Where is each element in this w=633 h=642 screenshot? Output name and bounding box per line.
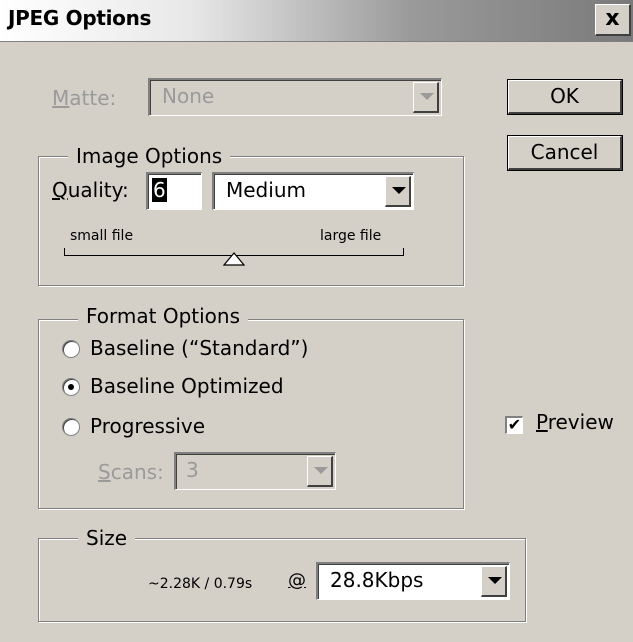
radio-progressive-label[interactable]: Progressive [90, 414, 205, 438]
scans-select[interactable]: 3 [174, 452, 336, 490]
connection-speed-select[interactable]: 28.8Kbps [316, 562, 510, 600]
at-symbol: @ [288, 570, 306, 591]
quality-preset-select[interactable]: Medium [212, 172, 414, 210]
slider-max-label: large file [320, 228, 382, 244]
window-title: JPEG Options [8, 6, 152, 30]
chevron-down-icon [392, 187, 406, 194]
scans-dropdown-button[interactable] [307, 456, 333, 487]
preview-checkbox[interactable]: ✔ [505, 416, 523, 434]
size-title: Size [78, 526, 136, 550]
ok-button[interactable]: OK [508, 80, 622, 114]
image-options-title: Image Options [68, 144, 231, 168]
matte-dropdown-button[interactable] [413, 82, 439, 113]
scans-label: Scans: [98, 460, 164, 484]
matte-label: Matte: [52, 86, 117, 110]
quality-preset-dropdown-button[interactable] [385, 176, 411, 207]
preview-label[interactable]: Preview [536, 410, 614, 434]
quality-value: 6 [152, 178, 167, 202]
connection-speed-value: 28.8Kbps [330, 568, 424, 592]
checkmark-icon: ✔ [507, 415, 522, 434]
radio-baseline-standard[interactable] [62, 340, 80, 358]
title-bar[interactable]: JPEG Options x [0, 0, 633, 42]
radio-baseline-optimized[interactable] [62, 378, 80, 396]
close-button[interactable]: x [595, 4, 631, 36]
radio-selected-dot [68, 384, 74, 390]
chevron-down-icon [314, 467, 328, 474]
matte-value: None [162, 84, 215, 108]
radio-baseline-optimized-label[interactable]: Baseline Optimized [90, 374, 284, 398]
matte-select[interactable]: None [148, 78, 442, 116]
radio-progressive[interactable] [62, 418, 80, 436]
connection-speed-dropdown-button[interactable] [481, 566, 507, 597]
slider-min-label: small file [70, 228, 134, 244]
quality-preset-value: Medium [226, 178, 306, 202]
quality-input[interactable]: 6 [146, 172, 202, 210]
quality-slider-thumb[interactable] [223, 252, 245, 266]
quality-label: Quality: [52, 178, 129, 202]
size-estimate: ~2.28K / 0.79s [148, 576, 253, 592]
chevron-down-icon [488, 577, 502, 584]
cancel-button[interactable]: Cancel [508, 136, 622, 170]
scans-value: 3 [186, 458, 199, 482]
radio-baseline-standard-label[interactable]: Baseline (“Standard”) [90, 336, 308, 360]
chevron-down-icon [420, 93, 434, 100]
format-options-title: Format Options [78, 304, 249, 328]
close-icon: x [605, 6, 620, 31]
